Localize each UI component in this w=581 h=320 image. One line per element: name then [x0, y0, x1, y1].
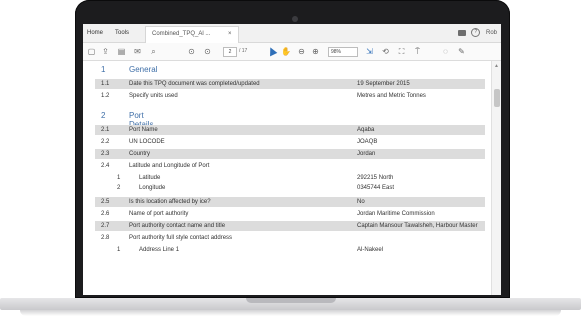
table-row-latitude: 1 Latitude 292215 North: [117, 175, 394, 181]
upload-icon[interactable]: ⇪: [101, 47, 110, 56]
scroll-up-icon[interactable]: ▲: [494, 63, 499, 69]
table-row-1-1: 1.1 Date this TPQ document was completed…: [95, 79, 485, 89]
document-page: 1 General 1.1 Date this TPQ document was…: [87, 61, 489, 295]
help-icon[interactable]: ?: [471, 28, 481, 37]
table-row-address-line-1: 1 Address Line 1 Al-Nakeel: [117, 247, 384, 253]
zoom-select[interactable]: 98%: [328, 47, 358, 57]
tab-document-label: Combined_TPQ_Al ...: [152, 31, 211, 37]
fit-page-icon[interactable]: ⇲: [365, 47, 374, 56]
email-icon[interactable]: ✉: [133, 47, 142, 56]
laptop-screen: Home Tools Combined_TPQ_Al ... × ? Rob ▢…: [83, 24, 501, 295]
vertical-scrollbar[interactable]: ▲: [491, 61, 501, 295]
select-tool-icon[interactable]: [266, 45, 278, 57]
toolbar: ▢ ⇪ ▤ ✉ ⌕ ⊙ ⊙ 2 / 17 ✋ ⊖ ⊕ 98% ⇲ ⟲ ⛶ ⍑ ◌…: [83, 43, 501, 61]
pen-icon[interactable]: ✎: [457, 47, 466, 56]
table-row-2-5: 2.5 Is this location affected by ice? No: [95, 197, 485, 207]
table-row-2-6: 2.6 Name of port authority Jordan Mariti…: [101, 211, 435, 217]
table-row-2-7: 2.7 Port authority contact name and titl…: [95, 221, 485, 231]
hand-tool-icon[interactable]: ✋: [281, 47, 291, 56]
page-down-icon[interactable]: ⊙: [203, 47, 212, 56]
fullscreen-icon[interactable]: ⛶: [397, 47, 406, 56]
tab-bar: Home Tools Combined_TPQ_Al ... × ? Rob: [83, 24, 501, 43]
tab-tools[interactable]: Tools: [115, 30, 129, 36]
zoom-in-icon[interactable]: ⊕: [311, 47, 320, 56]
rotate-icon[interactable]: ⟲: [381, 47, 390, 56]
table-row-2-1: 2.1 Port Name Aqaba: [95, 125, 485, 135]
close-icon[interactable]: ×: [228, 31, 232, 37]
search-icon[interactable]: ⌕: [149, 47, 158, 56]
zoom-out-icon[interactable]: ⊖: [297, 47, 306, 56]
chat-icon[interactable]: [457, 29, 466, 36]
webcam: [292, 16, 298, 22]
table-row-longitude: 2 Longitude 0345744 East: [117, 185, 395, 191]
table-row-1-2: 1.2 Specify units used Metres and Metric…: [101, 93, 426, 99]
laptop-notch: [246, 298, 336, 303]
user-name[interactable]: Rob: [486, 30, 497, 36]
scroll-thumb[interactable]: [494, 89, 500, 107]
comment-icon[interactable]: ◌: [441, 47, 450, 56]
laptop-shadow: [20, 310, 561, 316]
create-icon[interactable]: ▢: [87, 47, 96, 56]
read-mode-icon[interactable]: ⍑: [413, 47, 422, 56]
account-area: ? Rob: [457, 28, 497, 37]
page-up-icon[interactable]: ⊙: [187, 47, 196, 56]
table-row-2-3: 2.3 Country Jordan: [95, 149, 485, 159]
tab-document[interactable]: Combined_TPQ_Al ... ×: [145, 26, 239, 43]
print-icon[interactable]: ▤: [117, 47, 126, 56]
page-number-input[interactable]: 2: [223, 47, 237, 57]
table-row-2-2: 2.2 UN LOCODE JOAQB: [101, 139, 378, 145]
table-row-2-4: 2.4 Latitude and Longitude of Port: [101, 163, 210, 169]
page-count: / 17: [239, 48, 248, 54]
table-row-2-8: 2.8 Port authority full style contact ad…: [101, 235, 233, 241]
tab-home[interactable]: Home: [87, 30, 103, 36]
